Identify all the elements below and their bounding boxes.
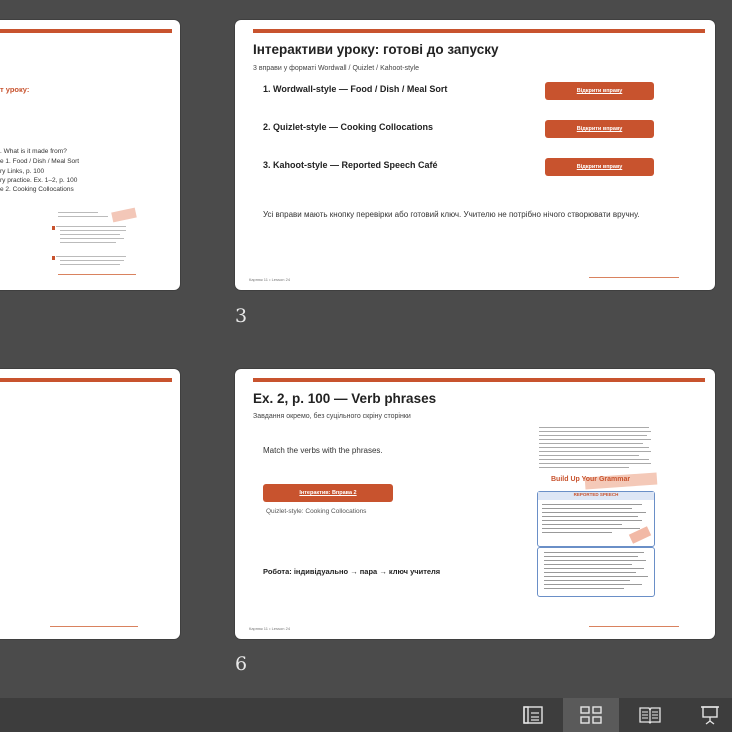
- reading-view-icon: [639, 707, 661, 724]
- button-caption: Quizlet-style: Cooking Collocations: [266, 508, 367, 515]
- slide-title-fragment: т уроку:: [0, 85, 30, 94]
- slide-accent-bar: [0, 378, 172, 382]
- work-mode-text: Робота: індивідуально → пара → ключ учит…: [263, 567, 441, 576]
- exercise-item-label: 1. Wordwall-style — Food / Dish / Meal S…: [263, 84, 448, 94]
- slide-subtitle: Завдання окремо, без суцільного скріну с…: [253, 413, 411, 420]
- agenda-line: e 2. Cooking Collocations: [0, 186, 74, 193]
- book-box-title: REPORTED SPEECH: [573, 492, 619, 497]
- slide-thumbnail-2[interactable]: т уроку: . What is it made from? e 1. Fo…: [0, 20, 180, 290]
- open-interactive-button[interactable]: Інтерактив: Вправа 2: [263, 484, 393, 502]
- slide-accent-bar: [253, 29, 705, 33]
- status-bar: [0, 698, 732, 732]
- slide-sorter-canvas: т уроку: . What is it made from? e 1. Fo…: [0, 0, 732, 698]
- slideshow-icon: [701, 706, 719, 725]
- agenda-line: . What is it made from?: [0, 148, 67, 155]
- normal-view-icon: [523, 706, 543, 724]
- slide-thumbnail-6[interactable]: Ex. 2, p. 100 — Verb phrases Завдання ок…: [235, 369, 715, 639]
- normal-view-button[interactable]: [505, 698, 561, 732]
- agenda-line: ry Links, p. 100: [0, 168, 45, 175]
- slide-sorter-icon: [580, 706, 602, 724]
- slide-number: 6: [235, 653, 248, 675]
- slide-footer: Карпюк 11 • Lesson 24: [249, 277, 291, 282]
- slide-note: Усі вправи мають кнопку перевірки або го…: [263, 210, 640, 219]
- slide-accent-bar: [0, 29, 172, 33]
- slide-thumbnail-5[interactable]: [0, 369, 180, 639]
- open-exercise-button[interactable]: Відкрити вправу: [545, 82, 654, 100]
- exercise-item-label: 2. Quizlet-style — Cooking Collocations: [263, 122, 434, 132]
- slide-subtitle: 3 вправи у форматі Wordwall / Quizlet / …: [253, 65, 419, 72]
- textbook-thumbnail: [50, 207, 140, 278]
- footer-divider: [589, 626, 679, 627]
- slide-title: Інтерактиви уроку: готові до запуску: [253, 42, 499, 57]
- agenda-line: ry practice. Ex. 1–2, p. 100: [0, 177, 78, 184]
- slide-thumbnail-3[interactable]: Інтерактиви уроку: готові до запуску 3 в…: [235, 20, 715, 290]
- footer-divider: [50, 626, 138, 627]
- reading-view-button[interactable]: [622, 698, 678, 732]
- slide-footer: Карпюк 11 • Lesson 24: [249, 626, 291, 631]
- exercise-item-label: 3. Kahoot-style — Reported Speech Café: [263, 160, 438, 170]
- book-heading: Build Up Your Grammar: [551, 476, 631, 483]
- slide-title: Ex. 2, p. 100 — Verb phrases: [253, 391, 437, 406]
- slide-number: 3: [235, 305, 248, 327]
- slide-sorter-button[interactable]: [563, 698, 619, 732]
- textbook-excerpt-image: Build Up Your Grammar REPORTED SPEECH: [535, 425, 658, 597]
- open-exercise-button[interactable]: Відкрити вправу: [545, 120, 654, 138]
- open-exercise-button[interactable]: Відкрити вправу: [545, 158, 654, 176]
- slide-accent-bar: [253, 378, 705, 382]
- slideshow-button[interactable]: [682, 698, 732, 732]
- footer-divider: [589, 277, 679, 278]
- agenda-line: e 1. Food / Dish / Meal Sort: [0, 158, 80, 165]
- instruction-text: Match the verbs with the phrases.: [263, 446, 383, 455]
